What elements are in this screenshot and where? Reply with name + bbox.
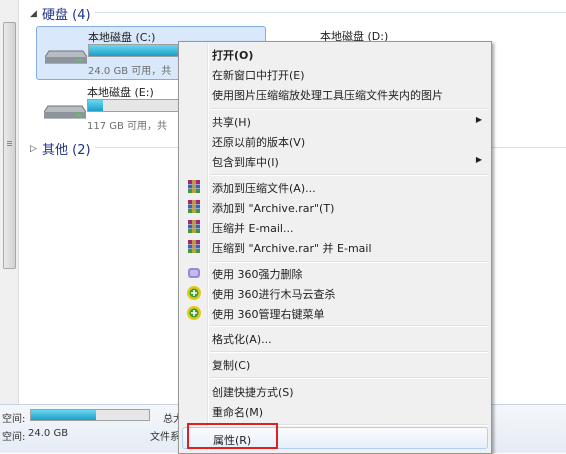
- menu-item-share[interactable]: 共享(H) ▶: [182, 111, 488, 131]
- winrar-icon: [188, 240, 200, 253]
- free-space-label: 空间:: [2, 432, 26, 443]
- space-label: 空间:: [2, 414, 26, 425]
- drive-name: 本地磁盘 (C:): [88, 31, 156, 44]
- menu-separator: [210, 325, 488, 327]
- winrar-icon: [188, 200, 200, 213]
- submenu-arrow-icon: ▶: [475, 115, 482, 124]
- scrollbar-thumb[interactable]: [3, 22, 16, 269]
- collapse-arrow-icon[interactable]: ◢: [30, 9, 42, 19]
- 360-delete-icon: [188, 268, 200, 278]
- hard-drive-icon: [44, 105, 86, 119]
- drive-name: 本地磁盘 (E:): [87, 86, 154, 99]
- menu-item-open[interactable]: 打开(O): [182, 44, 488, 64]
- menu-separator: [210, 108, 488, 110]
- group-header-other[interactable]: ▷ 其他 (2): [30, 139, 91, 158]
- drive-free-space: 117 GB 可用，共: [87, 121, 168, 132]
- red-highlight-box: [187, 423, 278, 449]
- 360-security-icon: [187, 306, 201, 320]
- menu-item-compress-email[interactable]: 压缩并 E-mail...: [182, 217, 488, 237]
- hard-drive-icon: [45, 50, 87, 64]
- expand-arrow-icon[interactable]: ▷: [30, 144, 42, 154]
- menu-separator: [210, 377, 488, 379]
- menu-item-restore-previous[interactable]: 还原以前的版本(V): [182, 131, 488, 151]
- menu-separator: [210, 174, 488, 176]
- group-header-hard-disks[interactable]: ◢ 硬盘 (4): [30, 4, 91, 23]
- menu-item-add-to-archive-rar[interactable]: 添加到 "Archive.rar"(T): [182, 197, 488, 217]
- menu-item-compress-to-rar-email[interactable]: 压缩到 "Archive.rar" 并 E-mail: [182, 237, 488, 257]
- drive-free-space: 24.0 GB 可用，共: [88, 66, 172, 77]
- menu-item-open-new-window[interactable]: 在新窗口中打开(E): [182, 64, 488, 84]
- submenu-arrow-icon: ▶: [475, 155, 482, 164]
- menu-item-format[interactable]: 格式化(A)...: [182, 328, 488, 348]
- menu-item-copy[interactable]: 复制(C): [182, 354, 488, 374]
- menu-item-360-manage-menu[interactable]: 使用 360管理右键菜单: [182, 303, 488, 323]
- menu-item-include-in-library[interactable]: 包含到库中(I) ▶: [182, 151, 488, 171]
- winrar-icon: [188, 220, 200, 233]
- menu-item-rename[interactable]: 重命名(M): [182, 401, 488, 421]
- winrar-icon: [188, 180, 200, 193]
- group-header-label: 硬盘 (4): [42, 8, 91, 23]
- vertical-scrollbar[interactable]: [0, 0, 19, 404]
- menu-item-360-trojan-scan[interactable]: 使用 360进行木马云查杀: [182, 283, 488, 303]
- menu-item-create-shortcut[interactable]: 创建快捷方式(S): [182, 381, 488, 401]
- menu-separator: [210, 351, 488, 353]
- 360-security-icon: [187, 286, 201, 300]
- menu-item-add-to-archive[interactable]: 添加到压缩文件(A)...: [182, 177, 488, 197]
- space-usage-bar: [30, 409, 150, 421]
- free-space-value: 24.0 GB: [28, 428, 69, 439]
- menu-item-image-compress[interactable]: 使用图片压缩缩放处理工具压缩文件夹内的图片: [182, 84, 488, 104]
- group-header-label: 其他 (2): [42, 143, 91, 158]
- filesystem-label: 文件系: [150, 432, 180, 443]
- context-menu: 打开(O) 在新窗口中打开(E) 使用图片压缩缩放处理工具压缩文件夹内的图片 共…: [178, 41, 492, 454]
- menu-item-360-force-delete[interactable]: 使用 360强力删除: [182, 263, 488, 283]
